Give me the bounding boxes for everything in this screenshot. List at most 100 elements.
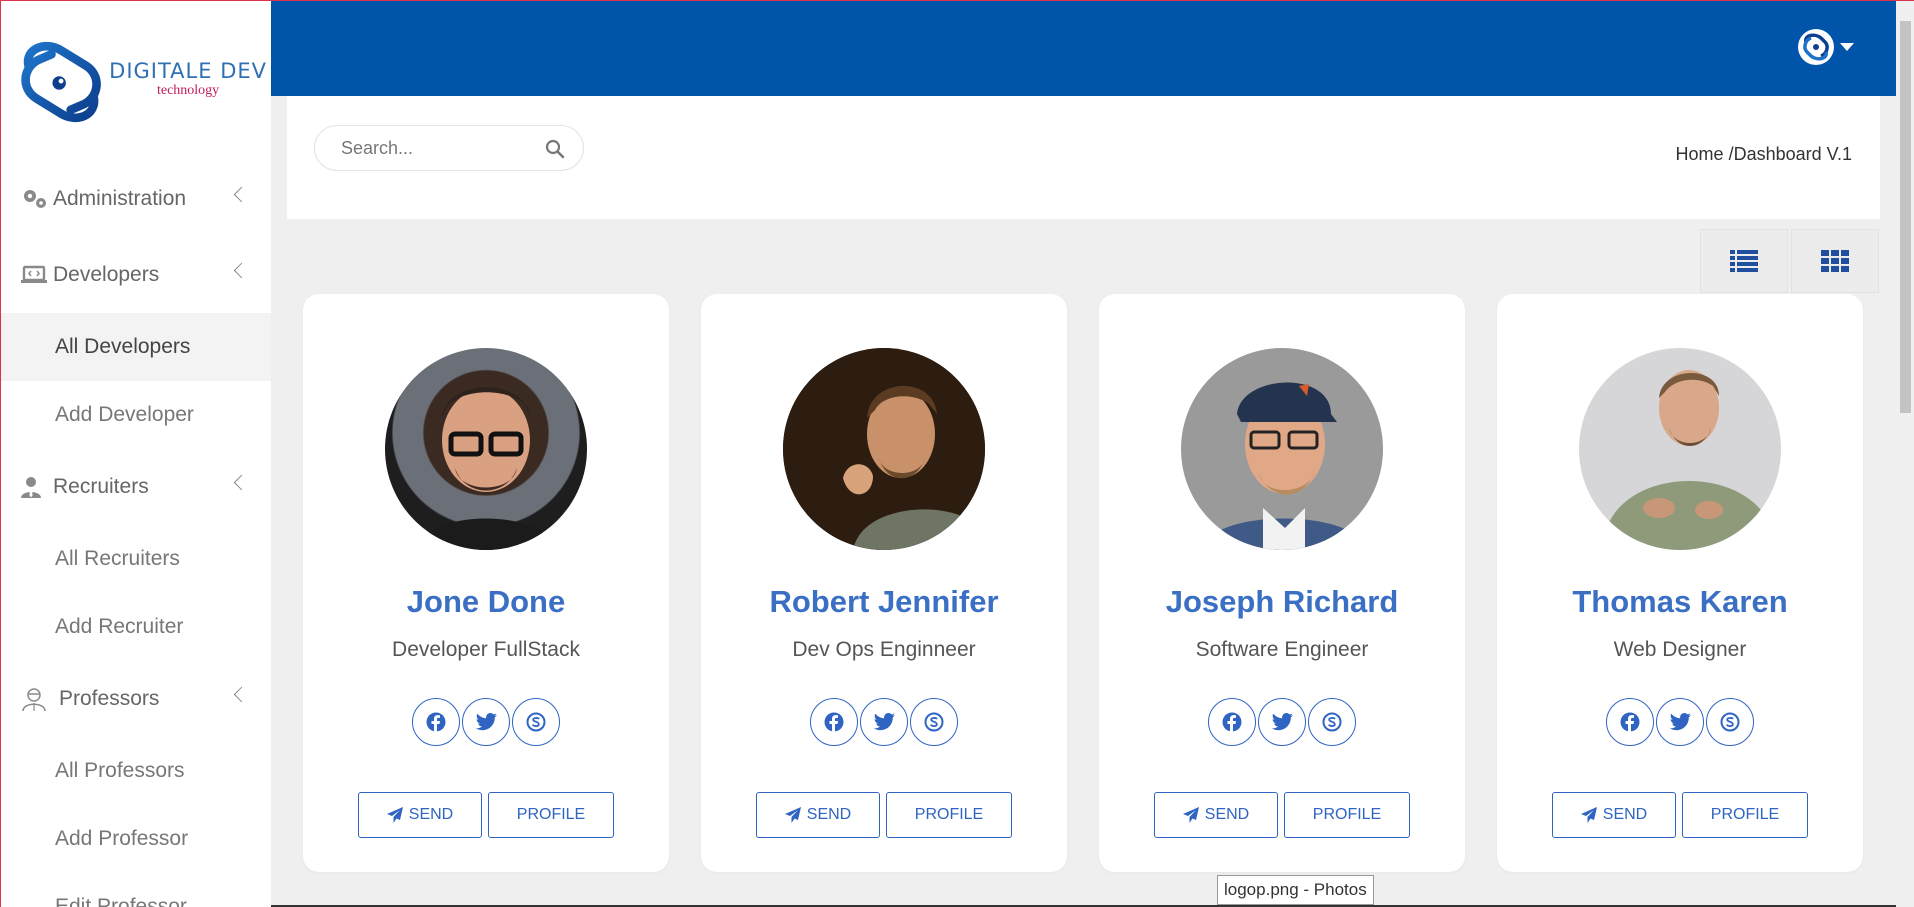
- facebook-icon[interactable]: [412, 698, 460, 746]
- developer-name[interactable]: Jone Done: [303, 584, 669, 620]
- facebook-icon[interactable]: [1606, 698, 1654, 746]
- send-button[interactable]: SEND: [1154, 792, 1278, 838]
- list-icon: [1730, 250, 1758, 272]
- send-button[interactable]: SEND: [358, 792, 482, 838]
- logo-mark-icon: [21, 42, 101, 122]
- card-actions: SEND PROFILE: [701, 792, 1067, 838]
- social-links: [701, 698, 1067, 746]
- card-actions: SEND PROFILE: [1497, 792, 1863, 838]
- skype-icon[interactable]: [1706, 698, 1754, 746]
- developer-card: Robert Jennifer Dev Ops Enginneer SEND P…: [701, 294, 1067, 872]
- developer-name[interactable]: Thomas Karen: [1497, 584, 1863, 620]
- avatar: [1181, 348, 1383, 550]
- sidebar-group-developers[interactable]: Developers: [1, 237, 271, 313]
- sidebar-item-add-developer[interactable]: Add Developer: [1, 381, 271, 449]
- sidebar-item-all-developers[interactable]: All Developers: [1, 313, 271, 381]
- developer-name[interactable]: Joseph Richard: [1099, 584, 1465, 620]
- developer-name[interactable]: Robert Jennifer: [701, 584, 1067, 620]
- skype-icon[interactable]: [512, 698, 560, 746]
- top-bar: [271, 1, 1896, 96]
- sidebar-item-add-professor[interactable]: Add Professor: [1, 805, 271, 873]
- brand-logo[interactable]: DIGITALE DEV technology: [17, 35, 267, 130]
- paper-plane-icon: [1182, 807, 1199, 823]
- paper-plane-icon: [784, 807, 801, 823]
- send-button[interactable]: SEND: [756, 792, 880, 838]
- profile-button[interactable]: PROFILE: [1682, 792, 1808, 838]
- send-button[interactable]: SEND: [1552, 792, 1676, 838]
- profile-button-label: PROFILE: [1312, 806, 1382, 823]
- card-actions: SEND PROFILE: [1099, 792, 1465, 838]
- developer-role: Developer FullStack: [392, 638, 580, 661]
- user-avatar-icon: [1798, 29, 1834, 65]
- twitter-icon[interactable]: [1258, 698, 1306, 746]
- chevron-left-icon: [233, 186, 250, 203]
- grid-view-button[interactable]: [1791, 229, 1879, 293]
- gears-icon: [21, 187, 49, 211]
- sidebar-group-label: Developers: [53, 263, 160, 286]
- send-button-label: SEND: [806, 806, 852, 823]
- user-tie-icon: [21, 475, 49, 499]
- sidebar-group-recruiters[interactable]: Recruiters: [1, 449, 271, 525]
- profile-button-label: PROFILE: [1710, 806, 1780, 823]
- brand-title: DIGITALE DEV: [109, 58, 267, 83]
- sidebar: DIGITALE DEV technology Administration D…: [1, 1, 271, 907]
- profile-button-label: PROFILE: [914, 806, 984, 823]
- profile-button-label: PROFILE: [516, 806, 586, 823]
- brand-subtitle: technology: [156, 82, 220, 98]
- avatar: [783, 348, 985, 550]
- social-links: [1497, 698, 1863, 746]
- skype-icon[interactable]: [1308, 698, 1356, 746]
- sidebar-group-professors[interactable]: Professors: [1, 661, 271, 737]
- facebook-icon[interactable]: [810, 698, 858, 746]
- sidebar-group-administration[interactable]: Administration: [1, 161, 271, 237]
- paper-plane-icon: [386, 807, 403, 823]
- send-button-label: SEND: [1602, 806, 1648, 823]
- grid-icon: [1821, 250, 1849, 272]
- sidebar-item-all-recruiters[interactable]: All Recruiters: [1, 525, 271, 593]
- chevron-left-icon: [233, 686, 250, 703]
- developer-role: Web Designer: [1613, 638, 1747, 661]
- profile-button[interactable]: PROFILE: [1284, 792, 1410, 838]
- send-button-label: SEND: [408, 806, 454, 823]
- sidebar-item-add-recruiter[interactable]: Add Recruiter: [1, 593, 271, 661]
- search-box: [314, 125, 584, 171]
- card-actions: SEND PROFILE: [303, 792, 669, 838]
- twitter-icon[interactable]: [1656, 698, 1704, 746]
- sidebar-group-label: Recruiters: [53, 475, 149, 498]
- paper-plane-icon: [1580, 807, 1597, 823]
- sidebar-group-label: Professors: [59, 687, 160, 710]
- sidebar-group-label: Administration: [53, 187, 187, 210]
- vertical-scrollbar[interactable]: [1896, 1, 1914, 907]
- chevron-left-icon: [233, 474, 250, 491]
- avatar: [1579, 348, 1781, 550]
- sidebar-nav: Administration Developers All Developers…: [1, 161, 271, 907]
- user-menu[interactable]: [1798, 29, 1854, 65]
- facebook-icon[interactable]: [1208, 698, 1256, 746]
- social-links: [1099, 698, 1465, 746]
- chevron-left-icon: [233, 262, 250, 279]
- scrollbar-thumb[interactable]: [1900, 21, 1911, 413]
- search-input[interactable]: [341, 137, 531, 159]
- breadcrumb: Home /Dashboard V.1: [1675, 144, 1852, 164]
- send-button-label: SEND: [1204, 806, 1250, 823]
- search-panel: Home /Dashboard V.1: [287, 96, 1880, 219]
- tooltip: logop.png - Photos: [1217, 875, 1374, 905]
- search-icon[interactable]: [545, 139, 565, 164]
- developer-card: Thomas Karen Web Designer SEND PROFILE: [1497, 294, 1863, 872]
- developer-card: Jone Done Developer FullStack SEND PROFI…: [303, 294, 669, 872]
- social-links: [303, 698, 669, 746]
- sidebar-item-edit-professor[interactable]: Edit Professor: [1, 873, 271, 907]
- developer-card: Joseph Richard Software Engineer SEND PR…: [1099, 294, 1465, 872]
- avatar: [385, 348, 587, 550]
- list-view-button[interactable]: [1700, 229, 1788, 293]
- laptop-code-icon: [21, 263, 49, 287]
- profile-button[interactable]: PROFILE: [886, 792, 1012, 838]
- caret-down-icon: [1840, 43, 1854, 51]
- profile-button[interactable]: PROFILE: [488, 792, 614, 838]
- developer-role: Dev Ops Enginneer: [792, 638, 976, 661]
- developer-role: Software Engineer: [1195, 638, 1369, 661]
- twitter-icon[interactable]: [860, 698, 908, 746]
- sidebar-item-all-professors[interactable]: All Professors: [1, 737, 271, 805]
- twitter-icon[interactable]: [462, 698, 510, 746]
- skype-icon[interactable]: [910, 698, 958, 746]
